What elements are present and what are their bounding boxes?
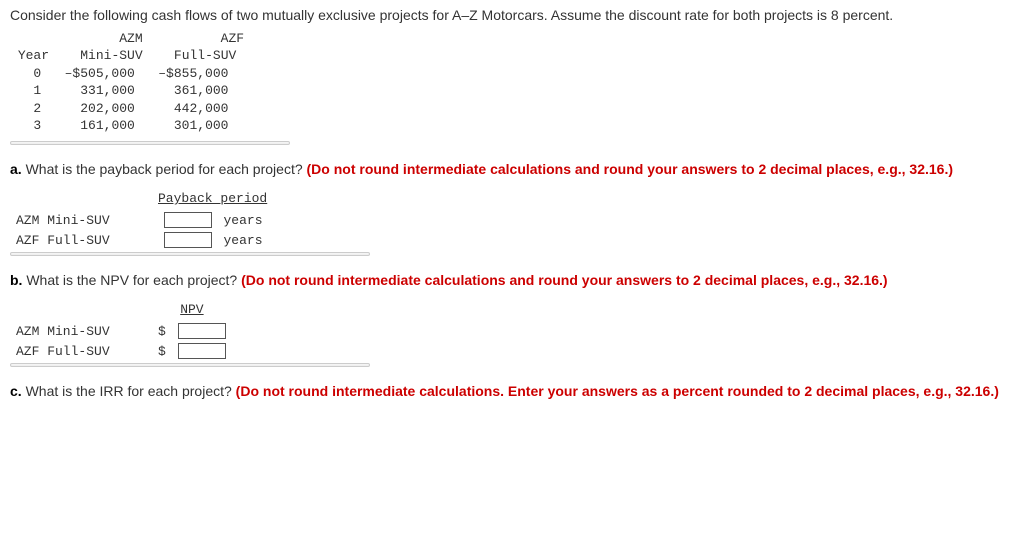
qc-prompt: What is the IRR for each project? [26,383,232,399]
qa-prompt: What is the payback period for each proj… [26,161,303,177]
payback-header: Payback period [152,189,273,210]
divider-bar [10,252,370,256]
npv-azf-input[interactable] [178,343,226,359]
payback-azm-input[interactable] [164,212,212,228]
divider-bar [10,141,290,145]
question-a: a. What is the payback period for each p… [10,159,1014,179]
unit-label: years [218,230,274,250]
intro-text: Consider the following cash flows of two… [10,6,1014,26]
qc-label: c. [10,383,22,399]
npv-azm-input[interactable] [178,323,226,339]
qc-note: (Do not round intermediate calculations.… [236,383,999,399]
qa-label: a. [10,161,22,177]
row-label: AZM Mini-SUV [16,213,146,228]
table-row: AZM Mini-SUV $ [10,321,232,341]
npv-answer-table: NPV AZM Mini-SUV $ AZF Full-SUV $ [10,300,232,361]
qb-prompt: What is the NPV for each project? [26,272,237,288]
row-label: AZF Full-SUV [16,233,146,248]
unit-label: years [218,210,274,230]
question-b: b. What is the NPV for each project? (Do… [10,270,1014,290]
row-label: AZM Mini-SUV [16,324,146,339]
qa-note: (Do not round intermediate calculations … [307,161,954,177]
npv-header: NPV [152,300,232,321]
cashflow-table: AZM AZF Year Mini-SUV Full-SUV 0 –$505,0… [10,30,1014,135]
row-label: AZF Full-SUV [16,344,146,359]
payback-answer-table: Payback period AZM Mini-SUV years AZF Fu… [10,189,273,250]
currency-prefix: $ [152,341,172,361]
qb-label: b. [10,272,22,288]
table-row: AZF Full-SUV years [10,230,273,250]
divider-bar [10,363,370,367]
question-c: c. What is the IRR for each project? (Do… [10,381,1014,401]
table-row: AZM Mini-SUV years [10,210,273,230]
payback-azf-input[interactable] [164,232,212,248]
table-row: AZF Full-SUV $ [10,341,232,361]
qb-note: (Do not round intermediate calculations … [241,272,888,288]
currency-prefix: $ [152,321,172,341]
